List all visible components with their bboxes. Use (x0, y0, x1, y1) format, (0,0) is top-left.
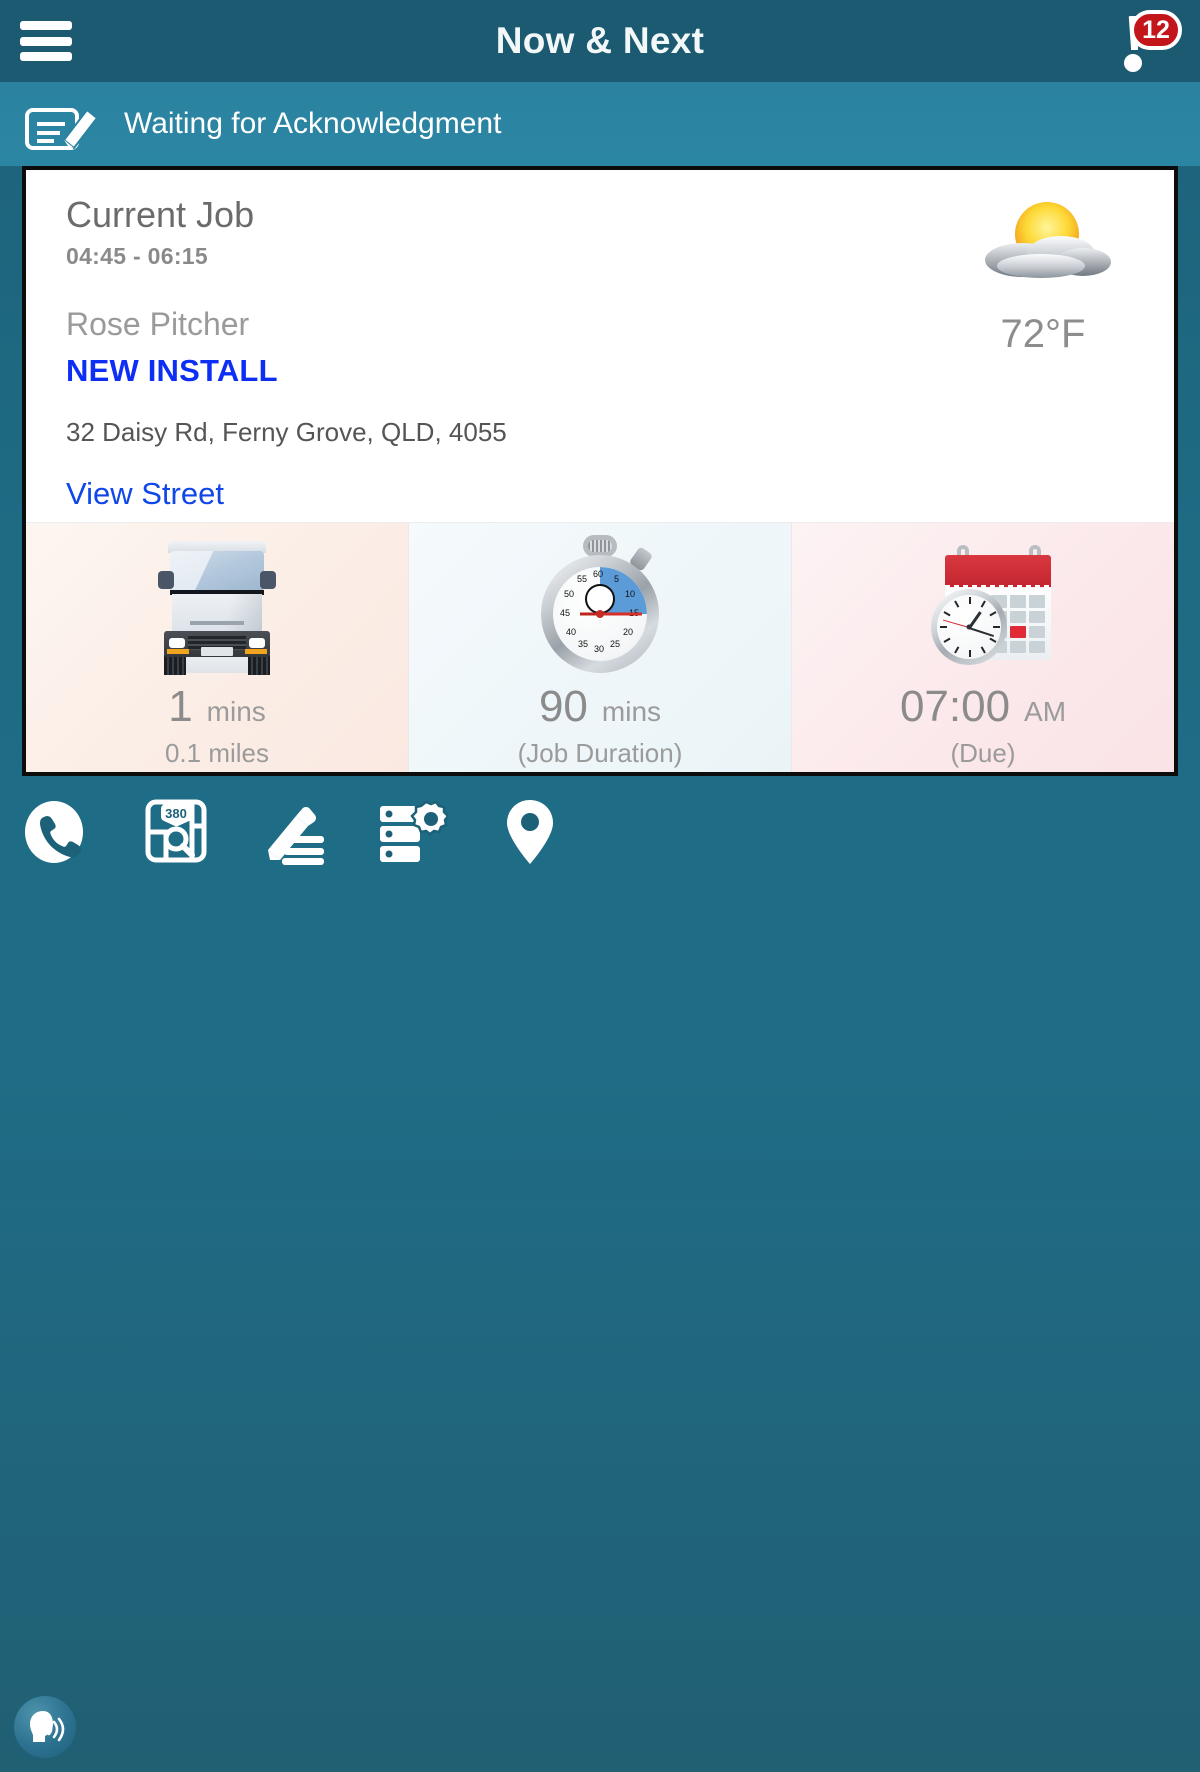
hamburger-bar (20, 52, 72, 61)
notes-button[interactable] (258, 796, 330, 868)
weather-widget: 72°F (948, 190, 1138, 357)
status-banner[interactable]: Waiting for Acknowledgment (0, 82, 1200, 166)
map-route-number: 380 (165, 806, 187, 821)
hamburger-bar (20, 21, 72, 30)
metric-art (26, 533, 408, 678)
metric-unit: mins (601, 696, 662, 728)
signature-pen-icon (24, 96, 102, 152)
job-card-body: Current Job 04:45 - 06:15 Rose Pitcher N… (26, 170, 1174, 522)
metric-main: 90 mins (539, 682, 661, 732)
page-title: Now & Next (495, 20, 705, 61)
metric-job-duration[interactable]: 60 5 10 15 20 25 30 35 40 45 50 55 (408, 523, 791, 773)
server-gear-icon (380, 800, 448, 863)
stopwatch-icon: 60 5 10 15 20 25 30 35 40 45 50 55 (529, 535, 671, 677)
metric-sub: (Job Duration) (517, 738, 683, 769)
metric-main: 1 mins (168, 682, 266, 732)
app-header: Now & Next 12 (0, 0, 1200, 82)
metric-art (792, 533, 1174, 678)
call-button[interactable] (22, 796, 94, 868)
job-metrics-row: 1 mins 0.1 miles 60 5 10 20 25 30 35 40 … (26, 522, 1174, 773)
alert-exclamation-dot (1124, 54, 1142, 72)
delivery-van-icon (156, 541, 278, 676)
status-label: Waiting for Acknowledgment (124, 107, 502, 140)
metric-travel-time[interactable]: 1 mins 0.1 miles (26, 523, 408, 773)
job-type-label: NEW INSTALL (66, 353, 278, 389)
notification-count-badge: 12 (1130, 10, 1182, 50)
map-button[interactable]: 380 (140, 796, 212, 868)
current-job-card[interactable]: Current Job 04:45 - 06:15 Rose Pitcher N… (22, 166, 1178, 777)
metric-sub: (Due) (950, 738, 1016, 769)
metric-due-time[interactable]: 07:00 AM (Due) (791, 523, 1174, 773)
job-address: 32 Daisy Rd, Ferny Grove, QLD, 4055 (66, 417, 507, 448)
hamburger-bar (20, 36, 72, 46)
metric-unit: mins (206, 696, 266, 728)
speaking-head-icon (30, 1711, 65, 1742)
map-search-icon: 380 (145, 799, 207, 863)
job-card-container: Current Job 04:45 - 06:15 Rose Pitcher N… (0, 166, 1200, 777)
metric-unit: AM (1024, 696, 1067, 728)
pencil-notes-icon (268, 807, 324, 866)
voice-assistant-button[interactable] (14, 1696, 76, 1758)
location-pin-icon (507, 800, 553, 865)
metric-value: 1 (168, 682, 193, 732)
metric-value: 07:00 (899, 682, 1011, 732)
sun-behind-cloud-icon (963, 190, 1123, 300)
metric-value: 90 (538, 682, 588, 732)
notification-alert-button[interactable]: 12 (1096, 8, 1182, 74)
metric-main: 07:00 AM (900, 682, 1066, 732)
metric-art: 60 5 10 15 20 25 30 35 40 45 50 55 (409, 533, 791, 678)
view-street-link[interactable]: View Street (66, 476, 224, 512)
equipment-button[interactable] (376, 796, 448, 868)
job-action-bar: 380 (0, 776, 1200, 868)
hamburger-menu-icon[interactable] (20, 21, 72, 61)
metric-sub: 0.1 miles (164, 738, 270, 769)
phone-icon (25, 801, 83, 864)
calendar-clock-icon (931, 545, 1063, 673)
temperature-value: 72°F (1000, 312, 1086, 356)
location-button[interactable] (494, 796, 566, 868)
